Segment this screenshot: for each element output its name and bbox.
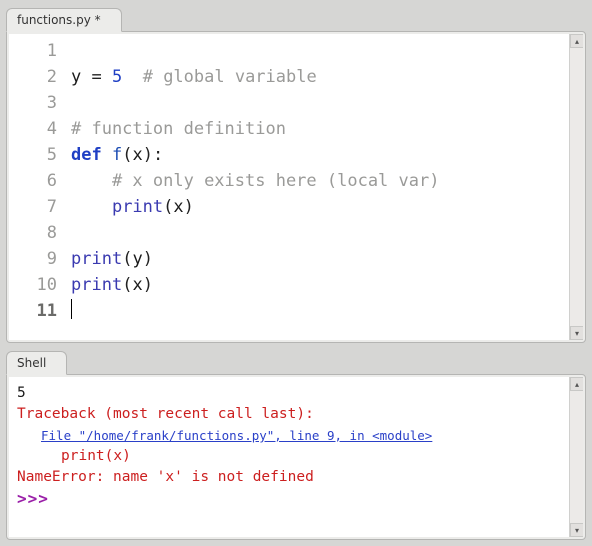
editor-tab-strip: functions.py * — [6, 6, 586, 32]
line-number: 3 — [9, 90, 57, 116]
scroll-down-icon[interactable]: ▾ — [570, 326, 583, 340]
shell-vertical-scrollbar[interactable]: ▴ ▾ — [569, 377, 583, 537]
code-body[interactable]: y = 5 # global variable # function defini… — [71, 38, 583, 324]
code-line[interactable]: def f(x): — [71, 142, 583, 168]
line-number: 1 — [9, 38, 57, 64]
scroll-up-icon[interactable]: ▴ — [570, 34, 583, 48]
shell-prompt[interactable]: >>> — [17, 488, 575, 509]
line-number: 9 — [9, 246, 57, 272]
shell-tab[interactable]: Shell — [6, 351, 67, 375]
code-line[interactable] — [71, 90, 583, 116]
line-number: 4 — [9, 116, 57, 142]
code-editor[interactable]: 1234567891011 y = 5 # global variable # f… — [9, 34, 583, 340]
line-number-gutter: 1234567891011 — [9, 38, 71, 324]
code-line[interactable]: # function definition — [71, 116, 583, 142]
shell-output-line: 5 — [17, 383, 575, 404]
scroll-down-icon[interactable]: ▾ — [570, 523, 583, 537]
code-line[interactable]: print(y) — [71, 246, 583, 272]
code-line[interactable]: print(x) — [71, 272, 583, 298]
shell-output-body: 5Traceback (most recent call last):File … — [9, 377, 583, 515]
line-number: 7 — [9, 194, 57, 220]
shell-output-line: NameError: name 'x' is not defined — [17, 467, 575, 488]
shell-frame: 5Traceback (most recent call last):File … — [6, 374, 586, 540]
code-line[interactable]: # x only exists here (local var) — [71, 168, 583, 194]
code-line[interactable]: print(x) — [71, 194, 583, 220]
editor-tab[interactable]: functions.py * — [6, 8, 122, 32]
editor-vertical-scrollbar[interactable]: ▴ ▾ — [569, 34, 583, 340]
scroll-track[interactable] — [570, 391, 583, 523]
line-number: 6 — [9, 168, 57, 194]
text-cursor — [71, 299, 72, 319]
shell-pane: Shell 5Traceback (most recent call last)… — [0, 349, 592, 546]
shell-tab-label: Shell — [17, 356, 46, 370]
line-number: 8 — [9, 220, 57, 246]
shell-terminal[interactable]: 5Traceback (most recent call last):File … — [9, 377, 583, 537]
shell-output-line: print(x) — [17, 446, 575, 467]
shell-tab-strip: Shell — [6, 349, 586, 375]
line-number: 2 — [9, 64, 57, 90]
editor-frame: 1234567891011 y = 5 # global variable # f… — [6, 31, 586, 343]
scroll-track[interactable] — [570, 48, 583, 326]
line-number: 5 — [9, 142, 57, 168]
line-number: 11 — [9, 298, 57, 324]
code-line[interactable] — [71, 38, 583, 64]
code-line[interactable] — [71, 298, 583, 324]
scroll-up-icon[interactable]: ▴ — [570, 377, 583, 391]
shell-output-line: File "/home/frank/functions.py", line 9,… — [17, 425, 575, 446]
code-line[interactable] — [71, 220, 583, 246]
line-number: 10 — [9, 272, 57, 298]
editor-pane: functions.py * 1234567891011 y = 5 # glo… — [0, 0, 592, 349]
shell-output-line: Traceback (most recent call last): — [17, 404, 575, 425]
editor-tab-label: functions.py * — [17, 13, 101, 27]
code-line[interactable]: y = 5 # global variable — [71, 64, 583, 90]
